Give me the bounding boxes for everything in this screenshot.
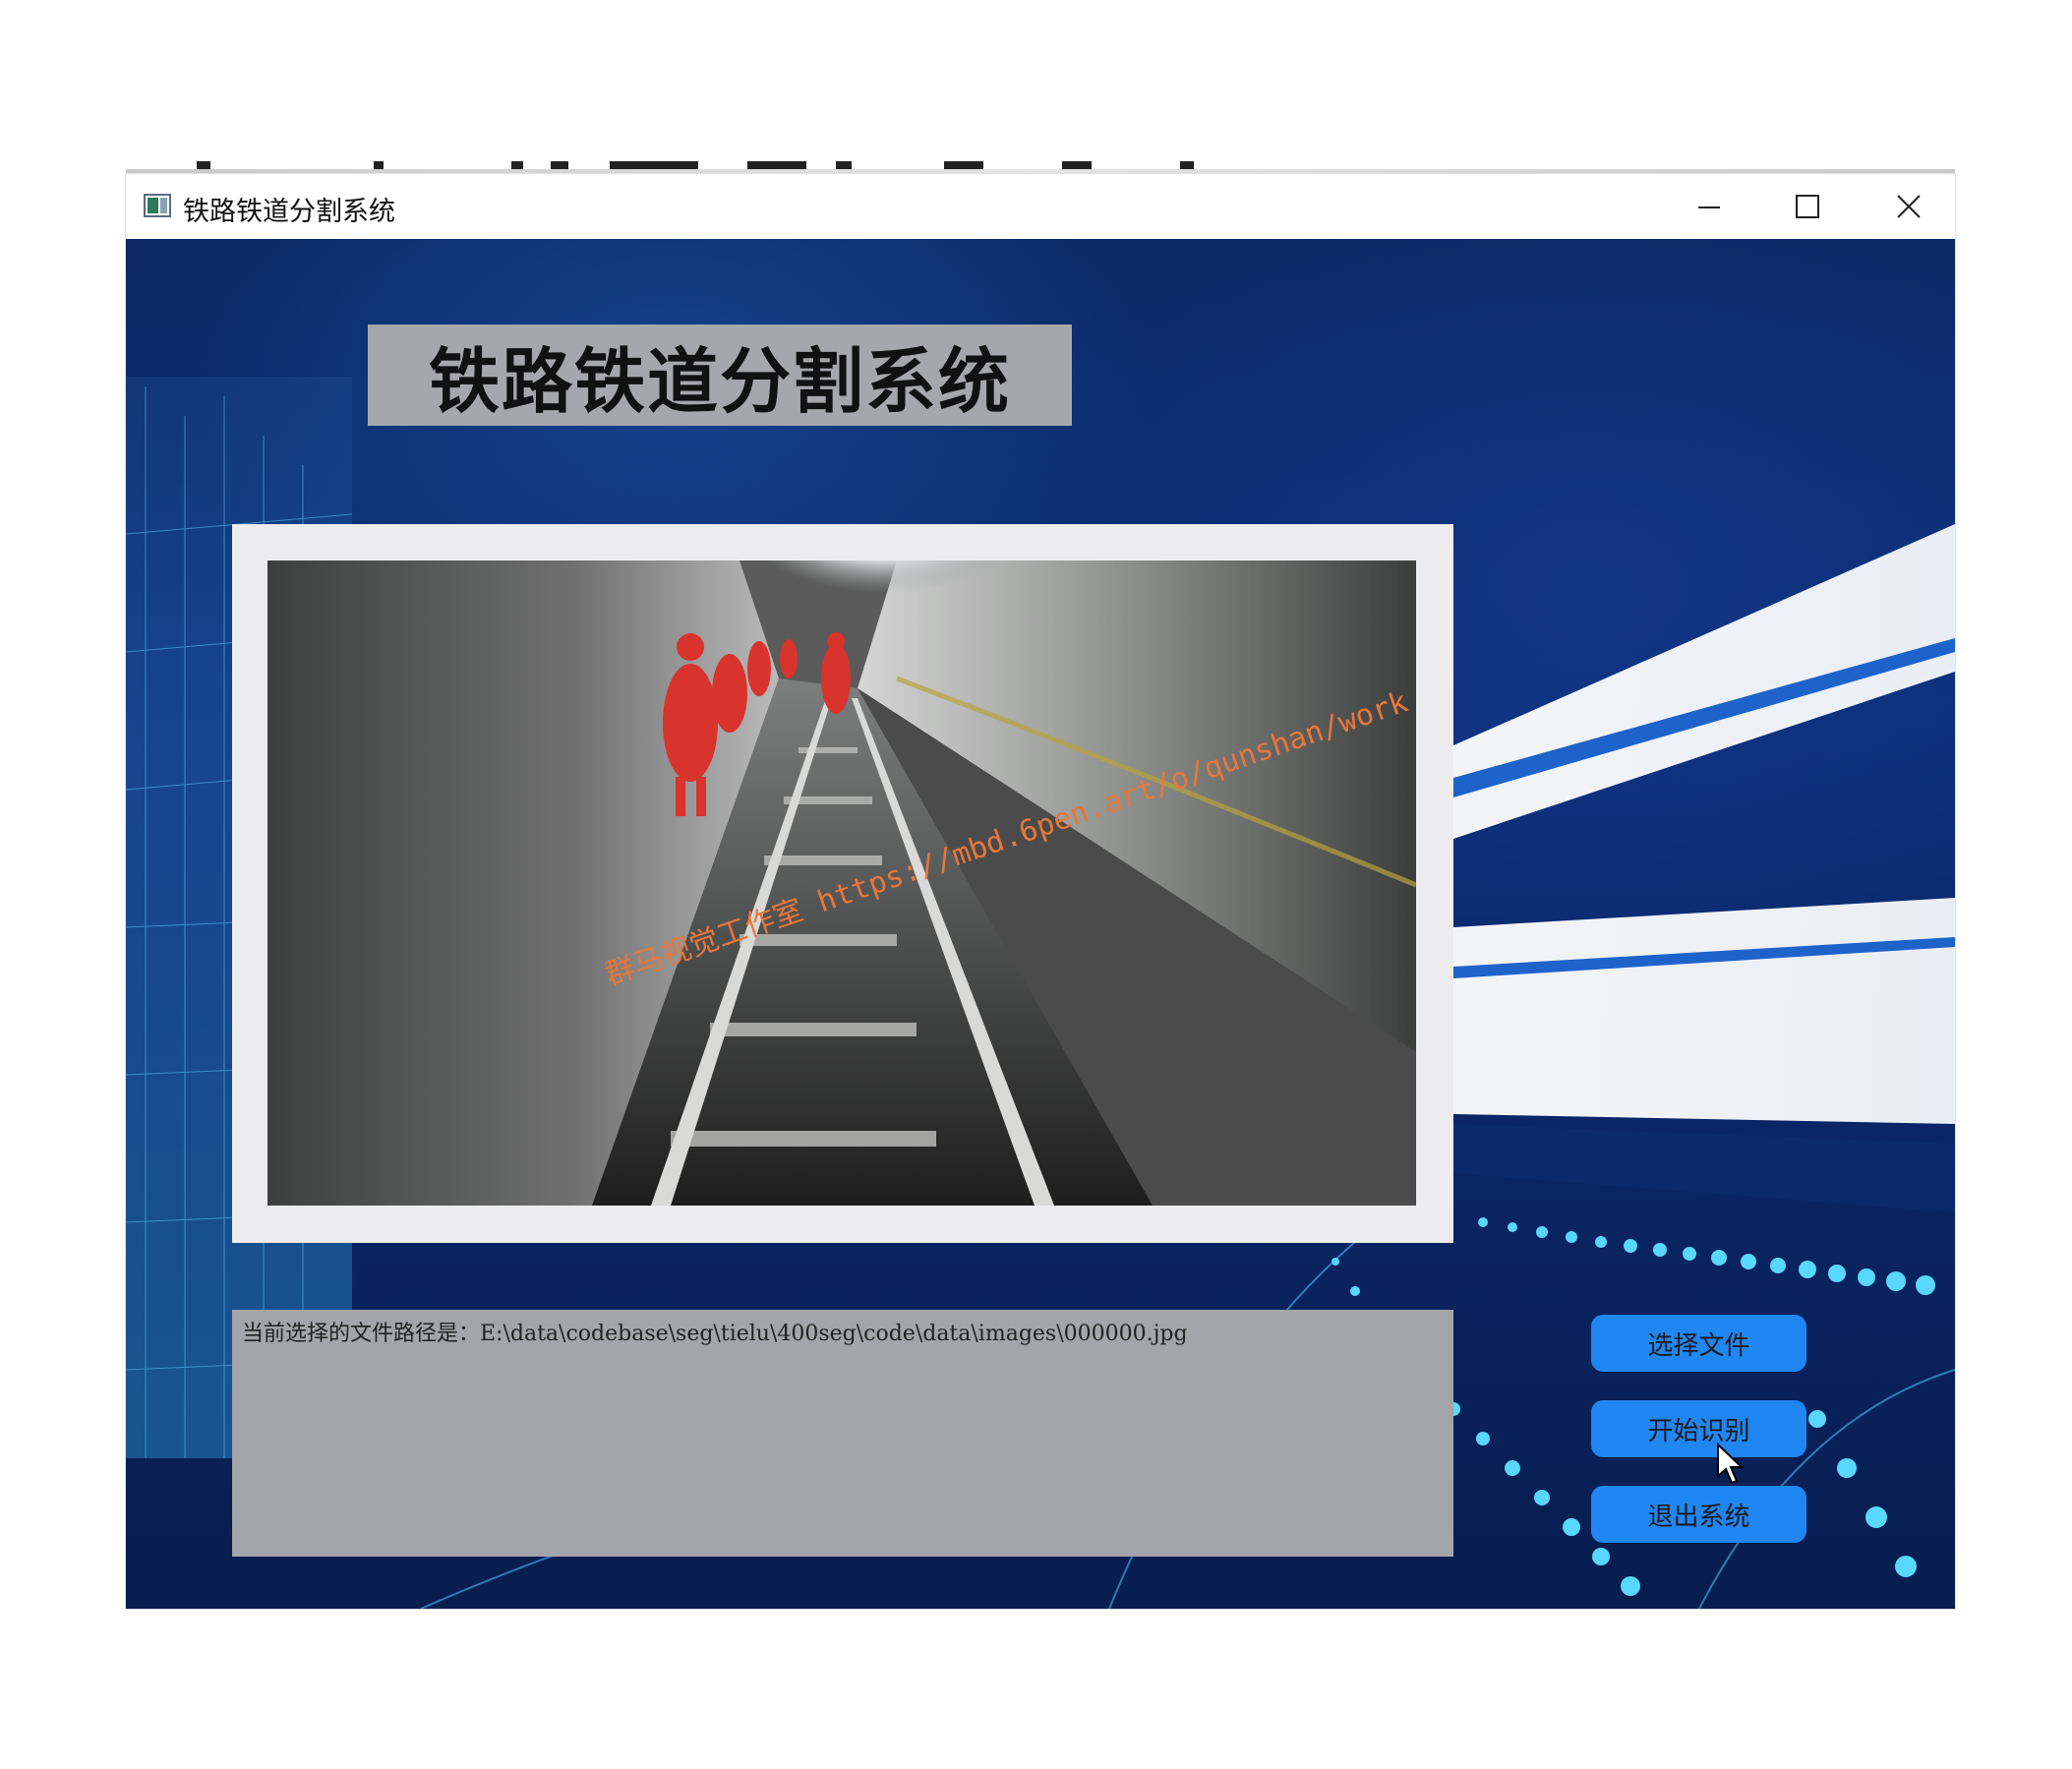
app-window: 铁路铁道分割系统 铁路铁道分割系统 群马视觉工作室 https://mbd.6p…: [126, 174, 1955, 1609]
image-display-frame: 群马视觉工作室 https://mbd.6pen.art/o/qunshan/w…: [232, 524, 1453, 1243]
app-icon: [144, 194, 171, 217]
mouse-cursor-icon: [1717, 1443, 1745, 1485]
start-recognition-button[interactable]: 开始识别: [1591, 1400, 1806, 1457]
exit-system-button[interactable]: 退出系统: [1591, 1486, 1806, 1543]
tunnel-railway-image: 群马视觉工作室 https://mbd.6pen.art/o/qunshan/w…: [267, 560, 1416, 1206]
page-title-banner: 铁路铁道分割系统: [368, 324, 1072, 426]
window-title: 铁路铁道分割系统: [183, 197, 395, 227]
minimize-button[interactable]: [1679, 184, 1740, 229]
title-bar[interactable]: 铁路铁道分割系统: [126, 174, 1955, 239]
close-icon: [1897, 195, 1921, 218]
file-path-text: 当前选择的文件路径是：E:\data\codebase\seg\tielu\40…: [242, 1322, 1188, 1346]
page-title: 铁路铁道分割系统: [428, 340, 1011, 423]
select-file-button[interactable]: 选择文件: [1591, 1315, 1806, 1372]
file-path-output[interactable]: 当前选择的文件路径是：E:\data\codebase\seg\tielu\40…: [232, 1310, 1453, 1557]
maximize-icon: [1796, 195, 1819, 218]
close-button[interactable]: [1878, 184, 1939, 229]
main-panel: 铁路铁道分割系统 群马视觉工作室 https://mbd.6pen.art/o/…: [126, 239, 1955, 1609]
maximize-button[interactable]: [1777, 184, 1838, 229]
cropped-text-fragment: [197, 161, 1229, 173]
minimize-icon: [1698, 206, 1720, 208]
